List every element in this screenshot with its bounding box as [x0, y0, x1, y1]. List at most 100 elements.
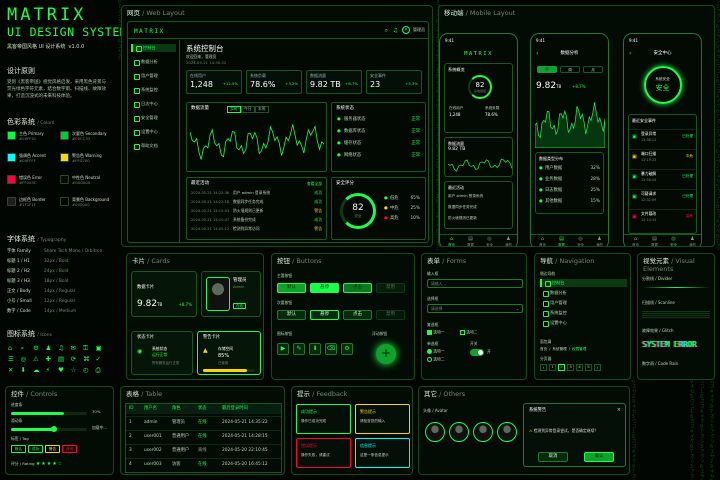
- toggle-switch-on[interactable]: [470, 349, 484, 356]
- nav-item[interactable]: 用户管理: [540, 299, 627, 307]
- flow-tab[interactable]: 今日: [241, 106, 255, 113]
- sidebar-item[interactable]: 控制台: [131, 44, 176, 52]
- play-icon[interactable]: ▶: [277, 343, 289, 355]
- flow-tab[interactable]: 实时: [227, 106, 241, 113]
- tab-icon[interactable]: ▤: [554, 236, 569, 242]
- distribution-row: ● 用户数据 32%: [536, 166, 603, 174]
- tab-icon[interactable]: ⌂: [444, 236, 459, 242]
- tab-label[interactable]: 首页: [628, 243, 643, 246]
- tab-label[interactable]: 我的: [592, 243, 607, 246]
- nav-item[interactable]: 系统监控: [540, 309, 627, 317]
- sidebar-item[interactable]: 安全管理: [131, 114, 176, 122]
- tab-label[interactable]: 数据: [554, 243, 569, 246]
- tag[interactable]: 成功: [28, 445, 43, 453]
- secondary-hover-button[interactable]: 悬停: [310, 310, 339, 320]
- tag[interactable]: 默认: [11, 445, 26, 453]
- tab-label[interactable]: 首页: [535, 243, 550, 246]
- sidebar-item[interactable]: 设置中心: [131, 128, 176, 136]
- settings-icon[interactable]: ⚙: [341, 343, 353, 355]
- tab-label[interactable]: 数据: [647, 243, 662, 246]
- page-number[interactable]: 5: [585, 364, 592, 371]
- icon-sample: ▤: [58, 355, 65, 363]
- page-number[interactable]: 3: [567, 364, 574, 371]
- tab-icon[interactable]: ▤: [647, 236, 662, 242]
- period-tab[interactable]: 日: [537, 66, 557, 73]
- delete-icon[interactable]: ⌫: [325, 343, 337, 355]
- tab-icon[interactable]: ◎: [666, 236, 681, 242]
- tab-icon[interactable]: ◎: [573, 236, 588, 242]
- breadcrumb-item[interactable]: 系统管理: [552, 347, 566, 351]
- search-icon[interactable]: ⌕: [385, 27, 388, 35]
- tab-icon[interactable]: ▤: [463, 236, 478, 242]
- table-row[interactable]: 3 user002 普通用户 离线 2024-05-20 22:10:45: [126, 444, 281, 456]
- tab-icon[interactable]: ⌂: [535, 236, 550, 242]
- fab-plus-button[interactable]: +: [376, 344, 396, 364]
- dist-name: 用户数据: [545, 166, 563, 171]
- breadcrumb-item[interactable]: 权限管理: [572, 347, 586, 351]
- stat-value: 1,248: [190, 80, 213, 89]
- checkbox-1[interactable]: 选项一: [427, 330, 445, 335]
- period-tab[interactable]: 月: [583, 66, 603, 73]
- tab-label[interactable]: 首页: [444, 243, 459, 246]
- slider[interactable]: [11, 426, 87, 432]
- tab-label[interactable]: 安全: [666, 243, 681, 246]
- period-tab[interactable]: 周: [560, 66, 580, 73]
- bell-icon[interactable]: ♫: [393, 27, 398, 35]
- text-input[interactable]: 请输入...: [427, 279, 523, 288]
- tab-icon[interactable]: ♟: [501, 236, 516, 242]
- secondary-active-button[interactable]: 点击: [343, 310, 372, 320]
- sidebar-item[interactable]: 用户管理: [131, 72, 176, 80]
- rating-stars[interactable]: ★★★★☆: [36, 461, 63, 467]
- tab-icon[interactable]: ♟: [685, 236, 700, 242]
- sidebar-item[interactable]: 数据分析: [131, 58, 176, 66]
- sidebar-item[interactable]: 系统监控: [131, 86, 176, 94]
- user-avatar[interactable]: [402, 26, 410, 34]
- primary-active-button[interactable]: 点击: [343, 283, 372, 293]
- tab-icon[interactable]: ◎: [482, 236, 497, 242]
- view-all-link[interactable]: 查看全部: [307, 181, 322, 187]
- table-row[interactable]: 1 admin 管理员 在线 2024-05-21 14:35:22: [126, 416, 281, 428]
- select-input[interactable]: 请选择 ⌄: [427, 304, 523, 313]
- primary-hover-button[interactable]: 悬停: [310, 283, 339, 293]
- tag[interactable]: 错误: [62, 445, 77, 453]
- page-number[interactable]: 2: [558, 364, 565, 371]
- primary-disabled-button: 禁用: [376, 283, 405, 293]
- checkbox-2[interactable]: 选项二: [460, 330, 478, 335]
- nav-item[interactable]: 设置中心: [540, 319, 627, 327]
- sidebar-item[interactable]: 日志中心: [131, 100, 176, 108]
- close-icon[interactable]: ×: [617, 407, 621, 413]
- radio-1[interactable]: 选项一: [427, 349, 445, 354]
- cancel-button[interactable]: 取消: [538, 452, 568, 462]
- table-row[interactable]: 4 user003 访客 在线 2024-05-20 16:45:12: [126, 458, 281, 470]
- page-number[interactable]: 1: [549, 364, 556, 371]
- table-row[interactable]: 2 user001 普通用户 在线 2024-05-21 14:28:15: [126, 430, 281, 442]
- tab-label[interactable]: 我的: [501, 243, 516, 246]
- stat-label: 系统负载: [250, 73, 266, 78]
- tab-icon[interactable]: ♟: [592, 236, 607, 242]
- severity-value: 65%: [410, 196, 420, 201]
- confirm-button[interactable]: 确认: [584, 452, 614, 462]
- sidebar-item[interactable]: 帮助文档: [131, 142, 176, 150]
- stat-value: 9.82 TB: [310, 80, 341, 89]
- tab-label[interactable]: 数据: [463, 243, 478, 246]
- flow-tab[interactable]: 本周: [255, 106, 269, 113]
- edit-icon[interactable]: ✎: [293, 343, 305, 355]
- tab-label[interactable]: 安全: [482, 243, 497, 246]
- page-number[interactable]: 4: [576, 364, 583, 371]
- radio-2[interactable]: 选项二: [427, 357, 445, 362]
- tab-icon[interactable]: ⌂: [628, 236, 643, 242]
- data-table: ID 用户名 角色 状态 最后登录时间 1 admin 管理员 在线 2024-05-21 14:…: [125, 403, 282, 473]
- table-header-cell: 状态: [198, 406, 207, 411]
- prev-page-icon[interactable]: ‹: [540, 364, 547, 371]
- tag[interactable]: 警告: [45, 445, 60, 453]
- tab-label[interactable]: 安全: [573, 243, 588, 246]
- nav-item[interactable]: 控制台: [540, 279, 627, 287]
- tab-label[interactable]: 我的: [685, 243, 700, 246]
- activity-title: 最近活动: [191, 181, 209, 186]
- breadcrumb-item[interactable]: 首页: [540, 347, 547, 351]
- nav-item[interactable]: 数据分析: [540, 289, 627, 297]
- download-icon[interactable]: ⬇: [309, 343, 321, 355]
- primary-default-button[interactable]: 默认: [277, 283, 306, 293]
- next-page-icon[interactable]: ›: [594, 364, 601, 371]
- secondary-default-button[interactable]: 默认: [277, 310, 306, 320]
